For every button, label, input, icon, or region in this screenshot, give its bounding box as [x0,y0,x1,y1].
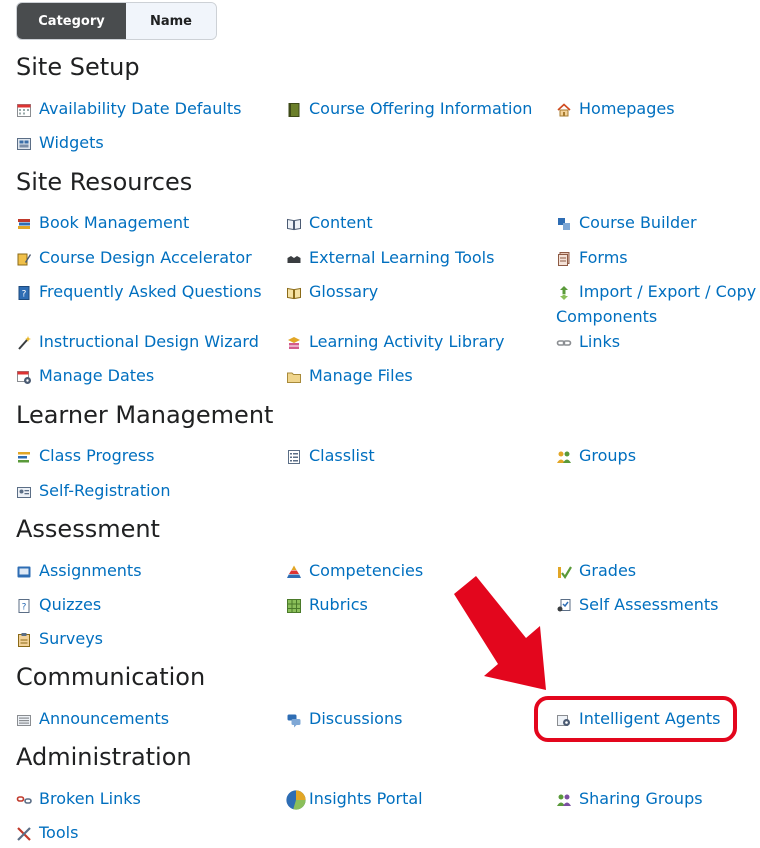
faq-book-icon: ? [18,286,30,300]
book-icon [288,103,300,117]
tool-tools[interactable]: Tools [16,821,78,845]
builder-blocks-icon [558,218,570,230]
widgets-icon [17,138,31,150]
svg-text:?: ? [22,603,27,613]
quiz-page-icon: ? [18,599,30,613]
broken-link-icon [16,796,32,804]
forms-icon [558,252,570,266]
magic-wand-icon [18,336,31,350]
list-icon [288,450,300,464]
clipboard-icon [18,633,30,647]
tool-insights-portal[interactable]: Insights Portal [286,787,423,811]
puzzle-icon [287,256,301,263]
folder-icon [287,372,301,383]
id-card-icon [17,487,31,498]
tool-sharing-groups[interactable]: Sharing Groups [556,787,703,811]
tool-self-registration[interactable]: Self-Registration [16,479,170,503]
chain-link-icon [556,340,572,346]
tool-competencies[interactable]: Competencies [286,559,423,583]
tool-homepages[interactable]: Homepages [556,97,675,121]
tool-course-offering-information[interactable]: Course Offering Information [286,97,532,121]
tool-assignments[interactable]: Assignments [16,559,142,583]
tool-frequently-asked-questions[interactable]: ? Frequently Asked Questions [16,280,262,304]
tool-grades[interactable]: Grades [556,559,636,583]
heading-site-resources: Site Resources [16,168,193,196]
highlight-box-annotation [534,696,737,742]
wrench-screwdriver-icon [17,827,31,841]
tool-discussions[interactable]: Discussions [286,707,402,731]
tool-glossary[interactable]: Glossary [286,280,378,304]
rubric-grid-icon [287,599,301,613]
tool-learning-activity-library[interactable]: Learning Activity Library [286,330,504,354]
toggle-category-button[interactable]: Category [17,3,126,39]
sharing-people-icon [557,794,571,806]
tool-course-design-accelerator[interactable]: Course Design Accelerator [16,246,252,270]
tool-self-assessments[interactable]: Self Assessments [556,593,718,617]
tool-class-progress[interactable]: Class Progress [16,444,154,468]
house-icon [557,103,571,117]
calendar-icon [17,104,31,117]
tool-external-learning-tools[interactable]: External Learning Tools [286,246,494,270]
tool-rubrics[interactable]: Rubrics [286,593,368,617]
tool-manage-dates[interactable]: Manage Dates [16,364,154,388]
red-arrow-annotation [454,576,546,690]
tool-course-builder[interactable]: Course Builder [556,211,697,235]
open-book-icon [287,218,301,231]
pyramid-icon [287,565,301,578]
svg-text:?: ? [22,290,27,300]
activity-library-icon [288,337,300,349]
tool-import-export-copy-components[interactable]: Import / Export / Copy Components [556,280,760,326]
progress-bars-icon [18,452,30,463]
tool-instructional-design-wizard[interactable]: Instructional Design Wizard [16,330,259,354]
tool-broken-links[interactable]: Broken Links [16,787,141,811]
import-export-arrows-icon [560,286,568,300]
people-group-icon [557,451,571,463]
heading-learner-management: Learner Management [16,401,274,429]
tool-content[interactable]: Content [286,211,373,235]
tool-manage-files[interactable]: Manage Files [286,364,413,388]
speech-bubbles-icon [287,714,301,728]
toggle-name-button[interactable]: Name [126,3,216,39]
tool-groups[interactable]: Groups [556,444,636,468]
view-toggle: Category Name [16,2,217,40]
tool-quizzes[interactable]: ? Quizzes [16,593,101,617]
tool-book-management[interactable]: Book Management [16,211,189,235]
tool-widgets[interactable]: Widgets [16,131,104,155]
heading-administration: Administration [16,743,192,771]
glossary-book-icon [287,287,301,300]
heading-site-setup: Site Setup [16,53,140,81]
dropbox-tray-icon [17,566,31,578]
pencil-notepad-icon [17,253,31,266]
books-stack-icon [18,219,30,229]
tool-forms[interactable]: Forms [556,246,628,270]
tool-announcements[interactable]: Announcements [16,707,169,731]
tool-classlist[interactable]: Classlist [286,444,375,468]
heading-communication: Communication [16,663,206,691]
tool-availability-date-defaults[interactable]: Availability Date Defaults [16,97,241,121]
calendar-gear-icon [17,371,31,384]
tool-surveys[interactable]: Surveys [16,627,103,651]
news-icon [17,715,31,726]
pie-chart-icon [286,790,306,810]
tool-links[interactable]: Links [556,330,620,354]
heading-assessment: Assessment [16,515,160,543]
